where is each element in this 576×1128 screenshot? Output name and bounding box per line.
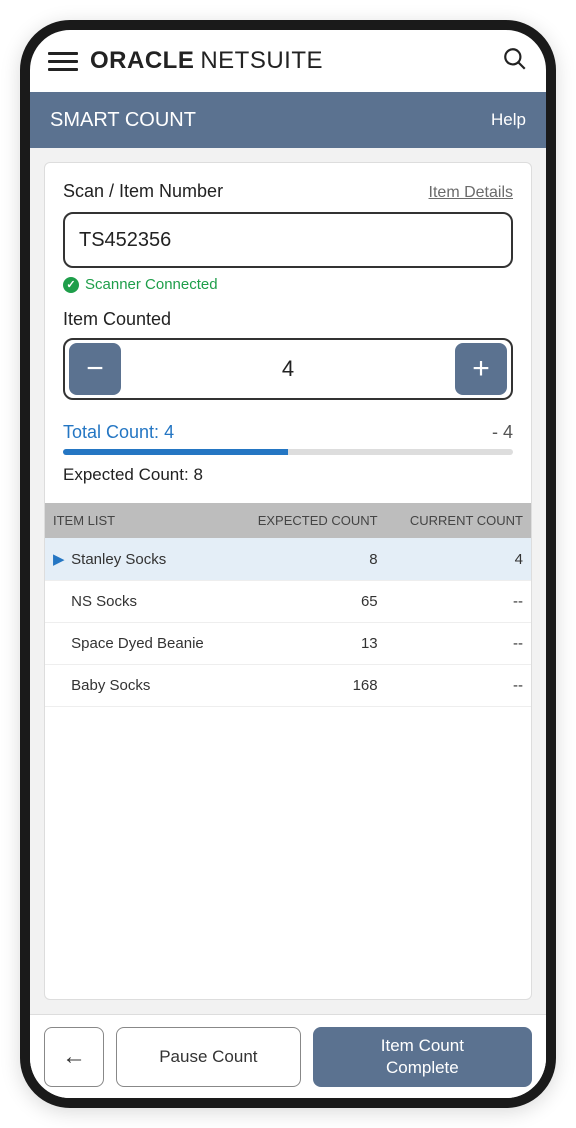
current-cell: -- [386, 623, 531, 665]
increment-button[interactable]: + [455, 343, 507, 395]
search-icon[interactable] [502, 46, 528, 77]
scanner-status: ✓ Scanner Connected [63, 276, 513, 293]
col-expected: EXPECTED COUNT [233, 503, 386, 538]
item-name: Stanley Socks [67, 551, 166, 568]
table-row[interactable]: Baby Socks 168-- [45, 665, 531, 707]
help-link[interactable]: Help [491, 110, 526, 130]
decrement-button[interactable]: − [69, 343, 121, 395]
item-details-link[interactable]: Item Details [429, 184, 513, 202]
expected-cell: 65 [233, 581, 386, 623]
app-topbar: ORACLE NETSUITE [30, 30, 546, 92]
current-cell: 4 [386, 538, 531, 581]
table-row[interactable]: NS Socks 65-- [45, 581, 531, 623]
table-row[interactable]: ▶ Stanley Socks 84 [45, 538, 531, 581]
menu-icon[interactable] [48, 46, 78, 76]
expected-cell: 13 [233, 623, 386, 665]
item-name: Baby Socks [67, 677, 150, 694]
footer-actions: ← Pause Count Item Count Complete [30, 1014, 546, 1098]
brand-bold: ORACLE [90, 47, 194, 75]
item-name: Space Dyed Beanie [67, 635, 204, 652]
current-cell: -- [386, 581, 531, 623]
pause-count-button[interactable]: Pause Count [116, 1027, 301, 1087]
count-difference: - 4 [492, 422, 513, 443]
main-card: Scan / Item Number Item Details ✓ Scanne… [44, 162, 532, 1000]
scan-input[interactable] [63, 212, 513, 268]
col-current: CURRENT COUNT [386, 503, 531, 538]
col-item: ITEM LIST [45, 503, 233, 538]
brand-logo: ORACLE NETSUITE [90, 47, 323, 75]
screen: ORACLE NETSUITE SMART COUNT Help Scan / … [30, 30, 546, 1098]
scanner-status-text: Scanner Connected [85, 276, 218, 293]
expected-cell: 168 [233, 665, 386, 707]
current-cell: -- [386, 665, 531, 707]
page-title: SMART COUNT [50, 109, 196, 132]
item-name: NS Socks [67, 593, 137, 610]
table-row[interactable]: Space Dyed Beanie 13-- [45, 623, 531, 665]
caret-right-icon: ▶ [53, 550, 67, 568]
brand-light: NETSUITE [200, 47, 323, 75]
phone-frame: ORACLE NETSUITE SMART COUNT Help Scan / … [20, 20, 556, 1108]
complete-count-button[interactable]: Item Count Complete [313, 1027, 532, 1087]
total-count: Total Count: 4 [63, 422, 174, 443]
count-progress [63, 449, 513, 455]
scan-label: Scan / Item Number [63, 181, 223, 202]
content-area: Scan / Item Number Item Details ✓ Scanne… [30, 148, 546, 1014]
count-progress-fill [63, 449, 288, 455]
back-button[interactable]: ← [44, 1027, 104, 1087]
item-counted-label: Item Counted [63, 309, 513, 330]
item-list-table: ITEM LIST EXPECTED COUNT CURRENT COUNT ▶… [45, 503, 531, 981]
arrow-left-icon: ← [62, 1043, 86, 1071]
expected-cell: 8 [233, 538, 386, 581]
expected-count: Expected Count: 8 [63, 465, 513, 485]
quantity-stepper: − 4 + [63, 338, 513, 400]
check-circle-icon: ✓ [63, 277, 79, 293]
quantity-value: 4 [121, 356, 455, 382]
page-titlebar: SMART COUNT Help [30, 92, 546, 148]
